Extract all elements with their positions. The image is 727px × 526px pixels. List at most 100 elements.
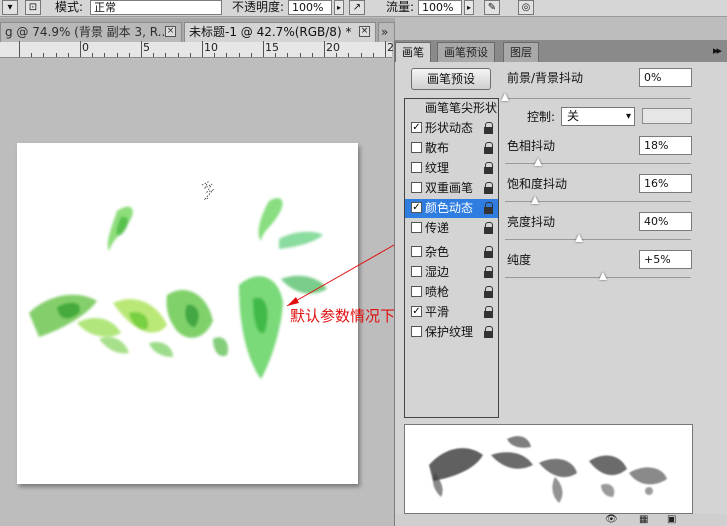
lock-icon[interactable] <box>484 266 494 278</box>
slider-thumb[interactable] <box>599 272 607 280</box>
annotation-text: 默认参数情况下 <box>290 307 396 325</box>
lock-icon[interactable] <box>484 202 494 214</box>
document-tab-title: g @ 74.9% (背景 副本 3, R... <box>5 25 170 39</box>
tab-brush[interactable]: 画笔 <box>395 42 431 62</box>
tab-overflow-icon[interactable]: » <box>378 22 395 42</box>
lock-icon[interactable] <box>484 326 494 338</box>
pressure-opacity-icon[interactable]: ↗ <box>349 0 365 15</box>
brightness-jitter-slider[interactable] <box>505 234 691 243</box>
opacity-slider-button[interactable]: ▸ <box>334 0 344 15</box>
slider-thumb[interactable] <box>575 234 583 242</box>
airbrush-icon[interactable]: ✎ <box>484 0 500 15</box>
hue-jitter-slider[interactable] <box>505 158 691 167</box>
list-item-brush-option[interactable]: 杂色 <box>405 243 498 262</box>
ruler-tick <box>311 53 313 57</box>
fg-bg-jitter-label: 前景/背景抖动 <box>507 71 584 85</box>
checkbox-checked[interactable]: ✓ <box>411 306 422 317</box>
lock-icon[interactable] <box>484 122 494 134</box>
ruler-tick <box>238 53 240 57</box>
panel-menu-icon[interactable]: ▸▸ <box>713 44 722 57</box>
hue-jitter-field[interactable]: 18% <box>639 136 692 155</box>
flow-field[interactable]: 100% <box>418 0 462 15</box>
brush-options-list: 画笔笔尖形状 ✓ 形状动态 散布 纹理 双重画笔 ✓ 颜色动态 传递 杂色 湿边 喷枪 ✓ 平滑 保护纹理 <box>404 98 499 418</box>
new-brush-icon[interactable]: ▣ <box>667 514 676 525</box>
close-icon[interactable]: × <box>165 26 176 37</box>
eye-icon[interactable]: 👁 <box>605 514 618 525</box>
list-item-brush-option[interactable]: 散布 <box>405 139 498 158</box>
tab-brush-presets[interactable]: 画笔预设 <box>437 42 495 62</box>
lock-icon[interactable] <box>484 142 494 154</box>
checkbox-checked[interactable]: ✓ <box>411 202 422 213</box>
list-item-brush-option[interactable]: 双重画笔 <box>405 179 498 198</box>
ruler-tick <box>372 53 374 57</box>
purity-label: 纯度 <box>507 253 532 267</box>
checkbox-unchecked[interactable] <box>411 266 422 277</box>
checkbox-checked[interactable]: ✓ <box>411 122 422 133</box>
lock-icon[interactable] <box>484 286 494 298</box>
flow-label: 流量: <box>386 0 415 14</box>
brush-option-label: 双重画笔 <box>425 181 474 195</box>
list-item-brush-option[interactable]: 喷枪 <box>405 283 498 302</box>
list-item-brush-option[interactable]: ✓ 平滑 <box>405 303 498 322</box>
list-item-brush-option[interactable]: ✓ 颜色动态 <box>405 199 498 218</box>
ruler-tick <box>19 41 20 57</box>
brush-option-label: 形状动态 <box>425 121 474 135</box>
checkbox-unchecked[interactable] <box>411 142 422 153</box>
tool-arrow-icon[interactable]: ▾ <box>2 0 18 15</box>
panel-footer: 👁 ▦ ▣ <box>395 514 727 526</box>
ruler-tick <box>80 41 81 57</box>
brush-toggle-icon[interactable]: ⊡ <box>25 0 41 15</box>
list-item-brush-option[interactable]: ✓ 形状动态 <box>405 119 498 138</box>
brightness-jitter-field[interactable]: 40% <box>639 212 692 231</box>
list-item-brush-tip-shape[interactable]: 画笔笔尖形状 <box>405 99 498 118</box>
slider-thumb[interactable] <box>501 93 509 101</box>
purity-field[interactable]: +5% <box>639 250 692 269</box>
ruler-tick <box>385 41 386 57</box>
brush-presets-button[interactable]: 画笔预设 <box>411 68 491 90</box>
brush-option-label: 纹理 <box>425 161 450 175</box>
list-item-brush-option[interactable]: 传递 <box>405 219 498 238</box>
slider-thumb[interactable] <box>534 158 542 166</box>
lock-icon[interactable] <box>484 246 494 258</box>
ruler-tick <box>141 41 142 57</box>
opacity-field[interactable]: 100% <box>288 0 332 15</box>
checkbox-unchecked[interactable] <box>411 326 422 337</box>
checkbox-unchecked[interactable] <box>411 222 422 233</box>
checkbox-unchecked[interactable] <box>411 182 422 193</box>
saturation-jitter-field[interactable]: 16% <box>639 174 692 193</box>
lock-icon[interactable] <box>484 222 494 234</box>
ruler-tick <box>348 53 350 57</box>
brush-option-label: 保护纹理 <box>425 325 474 339</box>
lock-icon[interactable] <box>484 306 494 318</box>
saturation-jitter-slider[interactable] <box>505 196 691 205</box>
close-icon[interactable]: × <box>359 26 370 37</box>
preview-strokes <box>429 436 667 503</box>
grid-icon[interactable]: ▦ <box>639 514 648 525</box>
brush-option-label: 传递 <box>425 221 450 235</box>
document-tab-2[interactable]: 未标题-1 @ 42.7%(RGB/8) * × <box>184 22 376 42</box>
mode-select[interactable]: 正常 <box>90 0 222 15</box>
slider-thumb[interactable] <box>531 196 539 204</box>
document-tab-1[interactable]: g @ 74.9% (背景 副本 3, R... × <box>0 22 182 42</box>
brush-option-label: 杂色 <box>425 245 450 259</box>
tab-layers[interactable]: 图层 <box>503 42 539 62</box>
green-stroke-group <box>29 198 327 379</box>
panel-right-strip <box>697 62 727 514</box>
lock-icon[interactable] <box>484 162 494 174</box>
fg-bg-jitter-field[interactable]: 0% <box>639 68 692 87</box>
list-item-brush-option[interactable]: 湿边 <box>405 263 498 282</box>
list-item-brush-option[interactable]: 纹理 <box>405 159 498 178</box>
checkbox-unchecked[interactable] <box>411 246 422 257</box>
pressure-size-icon[interactable]: ◎ <box>518 0 534 15</box>
checkbox-unchecked[interactable] <box>411 162 422 173</box>
brush-option-label: 喷枪 <box>425 285 450 299</box>
checkbox-unchecked[interactable] <box>411 286 422 297</box>
fg-bg-jitter-slider[interactable] <box>501 93 691 102</box>
flow-slider-button[interactable]: ▸ <box>464 0 474 15</box>
control-select[interactable]: 关 ▾ <box>561 107 635 126</box>
ruler-tick <box>202 41 203 57</box>
list-item-brush-option[interactable]: 保护纹理 <box>405 323 498 342</box>
lock-icon[interactable] <box>484 182 494 194</box>
purity-slider[interactable] <box>505 272 691 281</box>
brush-option-label: 颜色动态 <box>425 201 474 215</box>
